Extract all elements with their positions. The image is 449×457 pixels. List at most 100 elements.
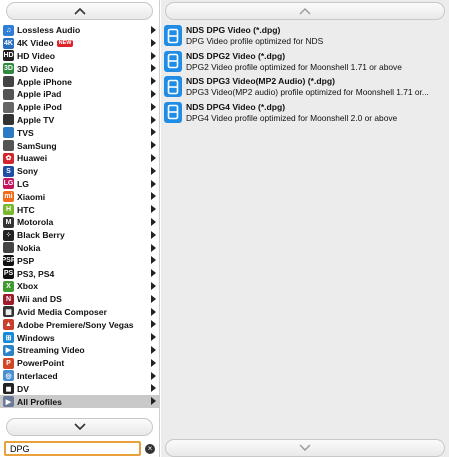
dpg-format-icon xyxy=(164,50,182,72)
htc-icon: H xyxy=(3,204,14,216)
category-item[interactable]: ⁘ Black Berry xyxy=(0,229,160,242)
category-item[interactable]: 4K 4K Video NEW xyxy=(0,37,160,50)
huawei-icon: ✿ xyxy=(3,152,14,164)
profile-description: DPG3 Video(MP2 audio) profile optimized … xyxy=(186,87,429,97)
category-item[interactable]: N Wii and DS xyxy=(0,293,160,306)
category-label: Nokia xyxy=(17,242,41,253)
expand-arrow-icon xyxy=(151,294,156,303)
category-label: DV xyxy=(17,383,29,394)
search-box xyxy=(4,441,141,456)
hd-icon: HD xyxy=(3,50,14,62)
clear-search-icon[interactable]: × xyxy=(145,444,155,454)
profile-scroll-up-button[interactable] xyxy=(165,2,445,20)
expand-arrow-icon xyxy=(151,51,156,60)
chevron-up-icon xyxy=(299,8,311,15)
apple-tv-icon xyxy=(3,114,14,126)
category-item[interactable]: ▲ Adobe Premiere/Sony Vegas xyxy=(0,318,160,331)
streaming-icon: ▶ xyxy=(3,344,14,356)
category-item[interactable]: X Xbox xyxy=(0,280,160,293)
category-item[interactable]: TVS xyxy=(0,126,160,139)
profile-item[interactable]: NDS DPG4 Video (*.dpg) DPG4 Video profile… xyxy=(161,101,449,127)
expand-arrow-icon xyxy=(151,192,156,201)
expand-arrow-icon xyxy=(151,38,156,47)
expand-arrow-icon xyxy=(151,333,156,342)
profile-item[interactable]: NDS DPG3 Video(MP2 Audio) (*.dpg) DPG3 Vi… xyxy=(161,75,449,101)
category-item[interactable]: Apple iPhone xyxy=(0,75,160,88)
category-item[interactable]: ◼ DV xyxy=(0,382,160,395)
chevron-down-icon xyxy=(73,423,86,431)
category-scroll-up-button[interactable] xyxy=(6,2,153,20)
category-item[interactable]: LG LG xyxy=(0,178,160,191)
profile-list: NDS DPG Video (*.dpg) DPG Video profile o… xyxy=(161,24,449,126)
expand-arrow-icon xyxy=(151,166,156,175)
expand-arrow-icon xyxy=(151,397,156,406)
category-label: Wii and DS xyxy=(17,294,62,305)
expand-arrow-icon xyxy=(151,77,156,86)
psp-icon: PSP xyxy=(1,255,16,267)
category-item[interactable]: ✿ Huawei xyxy=(0,152,160,165)
profile-text: NDS DPG3 Video(MP2 Audio) (*.dpg) DPG3 Vi… xyxy=(186,76,429,98)
category-label: Black Berry xyxy=(17,230,65,241)
category-item[interactable]: mi Xiaomi xyxy=(0,190,160,203)
profile-panel: NDS DPG Video (*.dpg) DPG Video profile o… xyxy=(161,0,449,457)
music-note-icon: ♫ xyxy=(3,24,14,36)
category-item[interactable]: ▶ Streaming Video xyxy=(0,344,160,357)
category-item[interactable]: PSP PSP xyxy=(0,254,160,267)
category-item[interactable]: Nokia xyxy=(0,242,160,255)
nokia-icon xyxy=(3,242,14,254)
powerpoint-icon: P xyxy=(3,357,14,369)
category-list: ♫ Lossless Audio 4K 4K Video NEW HD HD Video 3D… xyxy=(0,24,160,408)
category-item[interactable]: ⊞ Windows xyxy=(0,331,160,344)
expand-arrow-icon xyxy=(151,256,156,265)
category-item[interactable]: P PowerPoint xyxy=(0,357,160,370)
category-label: PSP xyxy=(17,255,35,266)
profile-item[interactable]: NDS DPG2 Video (*.dpg) DPG2 Video profile… xyxy=(161,50,449,76)
category-item[interactable]: ▦ Avid Media Composer xyxy=(0,306,160,319)
xbox-icon: X xyxy=(3,280,14,292)
category-label: Windows xyxy=(17,332,55,343)
category-item[interactable]: ▶ All Profiles xyxy=(0,395,160,408)
blackberry-icon: ⁘ xyxy=(3,229,14,241)
profile-title: NDS DPG Video (*.dpg) xyxy=(186,25,281,35)
chevron-down-icon xyxy=(299,444,311,451)
category-label: Adobe Premiere/Sony Vegas xyxy=(17,319,134,330)
profile-item[interactable]: NDS DPG Video (*.dpg) DPG Video profile o… xyxy=(161,24,449,50)
category-label: Apple iPod xyxy=(17,102,62,113)
category-panel: ♫ Lossless Audio 4K 4K Video NEW HD HD Video 3D… xyxy=(0,0,160,457)
expand-arrow-icon xyxy=(151,230,156,239)
category-item[interactable]: Apple TV xyxy=(0,114,160,127)
dpg-format-icon xyxy=(164,25,182,46)
profile-description: DPG2 Video profile optimized for Moonshe… xyxy=(186,61,402,72)
category-label: Apple TV xyxy=(17,114,55,125)
expand-arrow-icon xyxy=(151,345,156,354)
category-label: HTC xyxy=(17,204,35,215)
category-scroll-down-button[interactable] xyxy=(6,418,153,436)
expand-arrow-icon xyxy=(151,217,156,226)
category-item[interactable]: H HTC xyxy=(0,203,160,216)
category-label: 4K Video xyxy=(17,38,54,49)
category-item[interactable]: Apple iPod xyxy=(0,101,160,114)
expand-arrow-icon xyxy=(151,384,156,393)
motorola-icon: M xyxy=(3,216,14,228)
category-item[interactable]: SamSung xyxy=(0,139,160,152)
playstation-icon: PS xyxy=(3,268,14,280)
search-input[interactable] xyxy=(10,443,139,454)
category-item[interactable]: ♫ Lossless Audio xyxy=(0,24,160,37)
profile-scroll-down-button[interactable] xyxy=(165,439,445,457)
category-item[interactable]: HD HD Video xyxy=(0,50,160,63)
expand-arrow-icon xyxy=(151,269,156,278)
category-item[interactable]: S Sony xyxy=(0,165,160,178)
category-item[interactable]: ◎ Interlaced xyxy=(0,370,160,383)
expand-arrow-icon xyxy=(151,358,156,367)
avid-icon: ▦ xyxy=(3,306,14,318)
category-item[interactable]: M Motorola xyxy=(0,216,160,229)
category-item[interactable]: Apple iPad xyxy=(0,88,160,101)
expand-arrow-icon xyxy=(151,128,156,137)
category-item[interactable]: PS PS3, PS4 xyxy=(0,267,160,280)
all-profiles-icon: ▶ xyxy=(3,396,14,407)
category-label: HD Video xyxy=(17,50,56,61)
profile-description: DPG Video profile optimized for NDS xyxy=(186,36,324,46)
category-item[interactable]: 3D 3D Video xyxy=(0,62,160,75)
sony-icon: S xyxy=(3,165,14,177)
expand-arrow-icon xyxy=(151,115,156,124)
